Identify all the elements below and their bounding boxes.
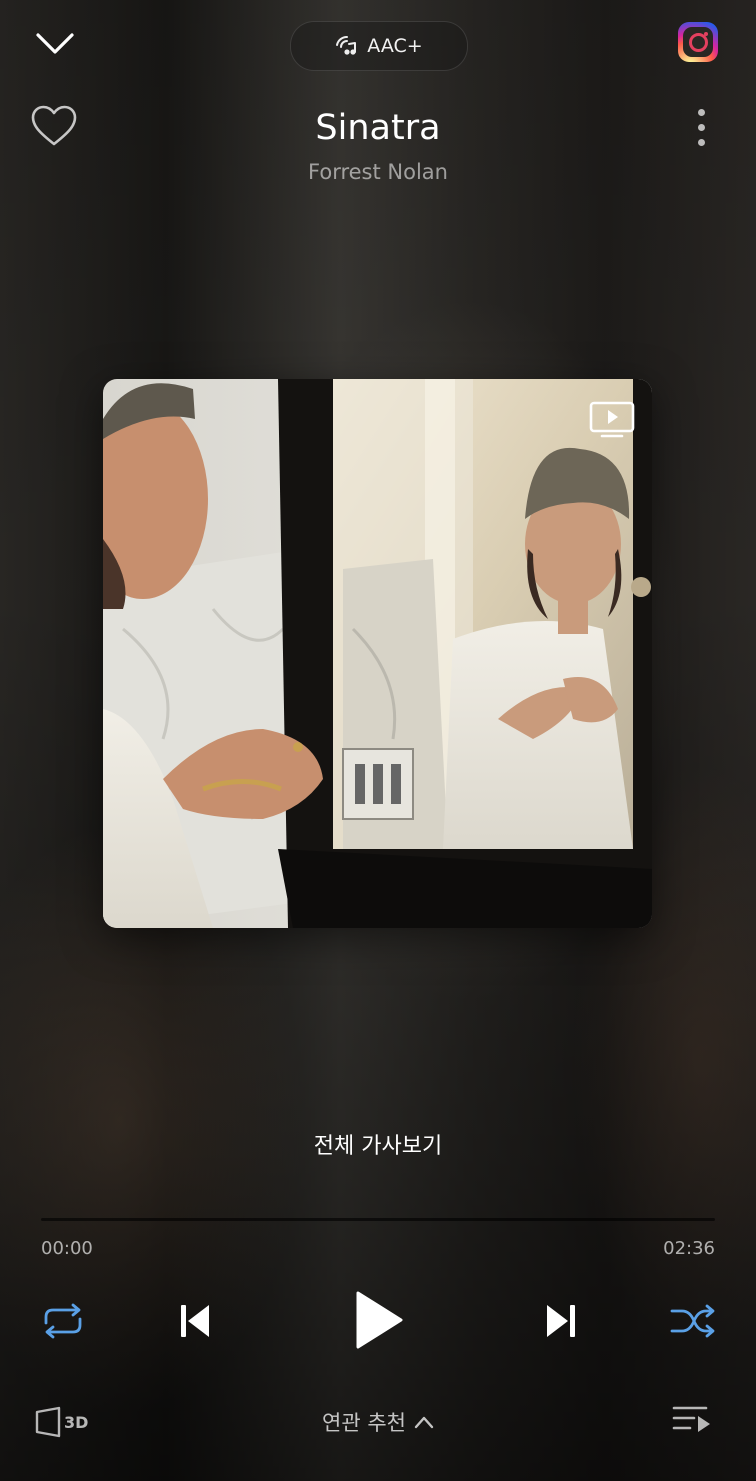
instagram-icon — [678, 22, 718, 62]
track-title: Sinatra — [315, 108, 441, 148]
total-time: 02:36 — [663, 1238, 715, 1259]
play-button[interactable] — [340, 1282, 416, 1358]
album-art[interactable] — [103, 379, 652, 928]
chevron-up-icon — [414, 1416, 434, 1429]
audio-quality-button[interactable]: AAC+ — [290, 21, 468, 71]
playlist-button[interactable] — [670, 1400, 716, 1444]
music-video-icon — [589, 401, 635, 438]
previous-track-button[interactable] — [168, 1294, 222, 1348]
related-recommendations-button[interactable]: 연관 추천 — [278, 1404, 478, 1440]
current-time: 00:00 — [41, 1238, 93, 1259]
next-track-button[interactable] — [534, 1294, 588, 1348]
chevron-down-icon — [36, 33, 74, 54]
related-label: 연관 추천 — [322, 1411, 406, 1435]
track-artist[interactable]: Forrest Nolan — [0, 160, 756, 184]
skip-next-icon — [547, 1305, 575, 1337]
shuffle-button[interactable] — [664, 1296, 722, 1346]
playlist-icon — [672, 1406, 710, 1432]
audio-quality-icon — [336, 35, 357, 55]
album-art-image — [103, 379, 652, 928]
repeat-icon — [44, 1303, 82, 1339]
instagram-share-button[interactable] — [678, 22, 722, 66]
shuffle-icon — [670, 1304, 715, 1338]
full-lyrics-button[interactable]: 전체 가사보기 — [0, 1128, 756, 1160]
audio-quality-label: AAC+ — [367, 35, 423, 57]
more-vertical-icon — [697, 108, 705, 116]
collapse-button[interactable] — [30, 22, 80, 66]
3d-sound-icon — [35, 1406, 61, 1438]
music-video-button[interactable] — [588, 400, 636, 440]
3d-sound-label: 3D — [64, 1412, 89, 1432]
repeat-button[interactable] — [34, 1296, 92, 1346]
3d-sound-button[interactable]: 3D — [34, 1400, 96, 1444]
play-icon — [356, 1291, 403, 1349]
more-options-button[interactable] — [684, 104, 718, 150]
skip-previous-icon — [181, 1305, 209, 1337]
progress-bar[interactable] — [41, 1218, 715, 1221]
